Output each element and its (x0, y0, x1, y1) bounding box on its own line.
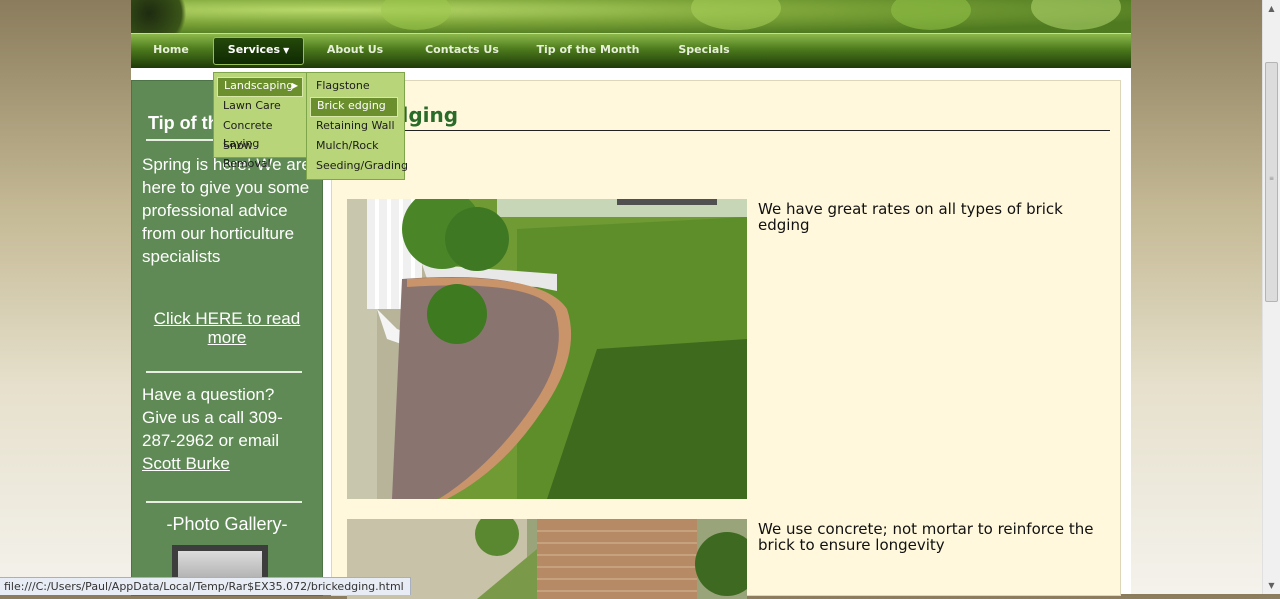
scroll-up-icon[interactable]: ▲ (1263, 0, 1280, 17)
divider (146, 371, 302, 373)
landscaping-submenu: Flagstone Brick edging Retaining Wall Mu… (306, 72, 408, 180)
scrollbar-thumb[interactable]: ≡ (1265, 62, 1278, 302)
question-body: Have a question? Give us a call 309-287-… (142, 385, 283, 450)
banner-leaf (381, 0, 451, 30)
menu-item-brick-edging[interactable]: Brick edging (310, 97, 398, 117)
banner-leaf (691, 0, 781, 30)
banner-leaf (1031, 0, 1121, 30)
vertical-scrollbar[interactable]: ▲ ≡ ▼ (1262, 0, 1280, 594)
read-more-link[interactable]: Click HERE to read more (142, 309, 312, 347)
menu-item-flagstone[interactable]: Flagstone (310, 77, 396, 95)
title-divider (347, 130, 1110, 131)
banner-shadow (131, 0, 191, 33)
main-nav: Home Services ▼ About Us Contacts Us Tip … (131, 33, 1131, 68)
nav-about-us[interactable]: About Us (317, 34, 393, 68)
services-submenu: Landscaping ▶ Lawn Care Concrete Laying … (213, 72, 309, 170)
brick-edging-photo-graphic (347, 199, 747, 499)
chevron-right-icon: ▶ (291, 81, 298, 90)
nav-home[interactable]: Home (141, 34, 201, 68)
photo-gallery-label: -Photo Gallery- (166, 514, 288, 534)
menu-item-concrete-laying[interactable]: Concrete Laying (217, 117, 307, 150)
main-content: dging We have great rates on all types o… (331, 80, 1121, 599)
menu-item-retaining-wall[interactable]: Retaining Wall (310, 117, 396, 135)
tip-title: Tip of th (148, 113, 219, 133)
nav-services[interactable]: Services ▼ (213, 37, 304, 65)
menu-item-mulch-rock[interactable]: Mulch/Rock (310, 137, 396, 155)
question-text: Have a question? Give us a call 309-287-… (142, 383, 312, 475)
menu-item-snow-removal[interactable]: Snow Removal (217, 137, 301, 170)
scroll-down-icon[interactable]: ▼ (1263, 577, 1280, 594)
status-bar-url: file:///C:/Users/Paul/AppData/Local/Temp… (0, 577, 411, 595)
grip-icon: ≡ (1268, 175, 1275, 182)
banner-leaf (891, 0, 971, 30)
nav-contacts-us[interactable]: Contacts Us (414, 34, 510, 68)
brick-edging-photo (347, 199, 747, 499)
menu-item-seeding-grading[interactable]: Seeding/Grading (310, 157, 408, 175)
divider (146, 501, 302, 503)
header-banner (131, 0, 1131, 33)
menu-item-landscaping[interactable]: Landscaping ▶ (217, 77, 303, 97)
nav-services-label: Services (227, 43, 281, 56)
email-link[interactable]: Scott Burke (142, 454, 230, 473)
menu-item-lawn-care[interactable]: Lawn Care (217, 97, 301, 115)
chevron-down-icon: ▼ (283, 46, 290, 55)
nav-tip-of-the-month[interactable]: Tip of the Month (531, 34, 645, 68)
caption-2: We use concrete; not mortar to reinforce… (758, 520, 1094, 554)
nav-specials[interactable]: Specials (669, 34, 739, 68)
caption-1: We have great rates on all types of bric… (758, 200, 1063, 234)
menu-item-landscaping-label: Landscaping (224, 79, 294, 92)
